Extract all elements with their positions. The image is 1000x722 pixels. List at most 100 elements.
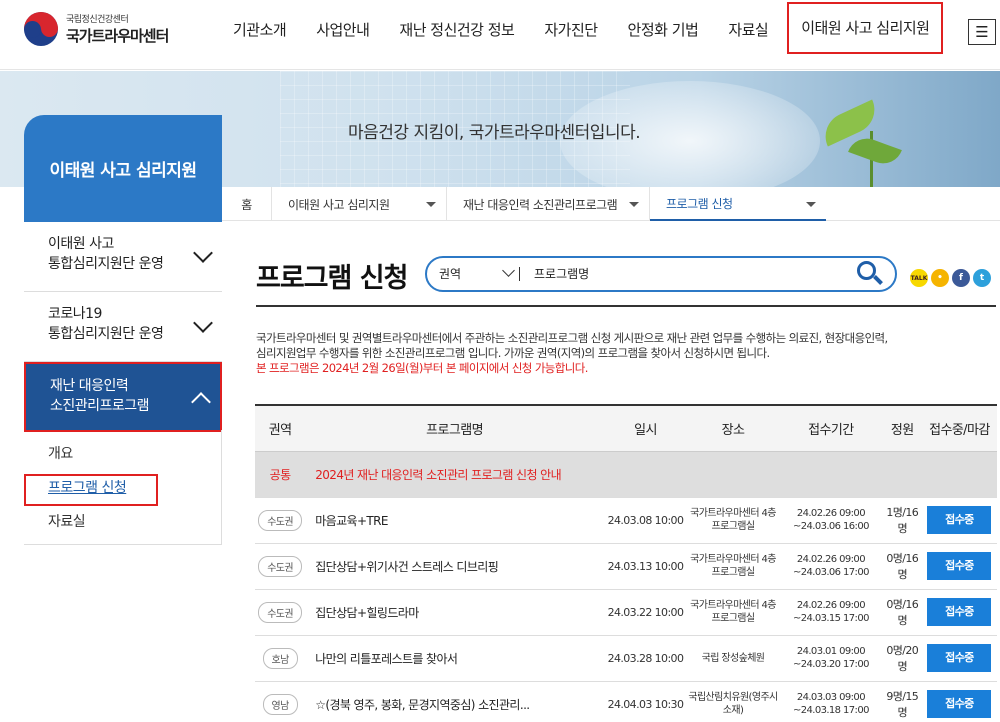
apply-status-button[interactable]: 접수중 xyxy=(927,690,992,718)
description-line: 국가트라우마센터 및 권역별트라우마센터에서 주관하는 소진관리프로그램 신청 … xyxy=(256,331,888,345)
region-select[interactable]: 권역 xyxy=(427,264,519,284)
row-capacity: 1명/16명 xyxy=(882,497,922,544)
search-icon[interactable] xyxy=(855,259,885,289)
sidebar-item-burnout-program[interactable]: 재난 대응인력 소진관리프로그램 xyxy=(24,362,222,432)
facebook-icon[interactable]: f xyxy=(952,269,970,287)
global-nav: 기관소개 사업안내 재난 정신건강 정보 자가진단 안정화 기법 자료실 이태원… xyxy=(218,0,944,70)
row-capacity: 0명/16명 xyxy=(882,543,922,590)
row-period-start: 24.03.03 09:00 xyxy=(796,692,866,703)
row-place-line: 국가트라우마센터 4층 xyxy=(690,554,776,565)
nav-archive[interactable]: 자료실 xyxy=(713,0,783,70)
breadcrumb-level2-label: 재난 대응인력 소진관리프로그램 xyxy=(463,197,618,212)
nav-self-test[interactable]: 자가진단 xyxy=(529,0,612,70)
row-place-line: 국립산림치유원(영주시 xyxy=(688,692,778,703)
row-period: 24.03.01 09:00 ~24.03.20 17:00 xyxy=(779,635,883,682)
share-buttons: TALK • f t xyxy=(910,269,991,287)
row-program-link[interactable]: 집단상담+위기사건 스트레스 디브리핑 xyxy=(305,543,604,590)
sidebar-item-label: 통합심리지원단 운영 xyxy=(48,256,164,272)
nav-itaewon-support[interactable]: 이태원 사고 심리지원 xyxy=(787,2,944,54)
row-period-start: 24.03.01 09:00 xyxy=(796,646,866,657)
row-date: 24.03.13 10:00 xyxy=(603,543,688,590)
kakaotalk-icon[interactable]: TALK xyxy=(910,269,928,287)
row-status: 접수중 xyxy=(921,497,997,544)
page-description: 국가트라우마센터 및 권역별트라우마센터에서 주관하는 소진관리프로그램 신청 … xyxy=(256,331,986,376)
search-bar: 권역 xyxy=(425,256,897,292)
dropdown-arrow-icon xyxy=(806,202,816,207)
row-period: 24.03.03 09:00 ~24.03.18 17:00 xyxy=(779,681,883,722)
row-period-start: 24.02.26 09:00 xyxy=(796,508,866,519)
col-status: 접수중/마감 xyxy=(921,404,997,452)
row-place-line: 프로그램실 xyxy=(711,613,756,624)
breadcrumb-level2[interactable]: 재난 대응인력 소진관리프로그램 xyxy=(447,187,650,221)
row-period-end: ~24.03.20 17:00 xyxy=(792,659,870,670)
submenu-overview[interactable]: 개요 xyxy=(48,440,222,474)
banner-slogan: 마음건강 지킴이, 국가트라우마센터입니다. xyxy=(348,123,641,143)
row-status: 접수중 xyxy=(921,681,997,722)
apply-status-button[interactable]: 접수중 xyxy=(927,506,992,534)
row-place: 국가트라우마센터 4층 프로그램실 xyxy=(687,497,780,544)
row-date: 24.03.08 10:00 xyxy=(603,497,688,544)
chevron-down-icon xyxy=(502,264,515,277)
submenu-archive[interactable]: 자료실 xyxy=(48,508,222,542)
table-row[interactable]: 호남 나만의 리틀포레스트를 찾아서 24.03.28 10:00 국립 장성숲체원 2… xyxy=(255,635,997,682)
col-period: 접수기간 xyxy=(779,404,883,452)
row-place-line: 국가트라우마센터 4층 xyxy=(690,600,776,611)
sidebar-item-label: 재난 대응인력 xyxy=(50,378,129,394)
row-period-end: ~24.03.18 17:00 xyxy=(792,705,870,716)
hamburger-menu-icon[interactable]: ☰ xyxy=(968,19,996,45)
row-program-link[interactable]: 집단상담+힐링드라마 xyxy=(305,589,604,636)
program-search-field[interactable] xyxy=(534,264,855,284)
table-row[interactable]: 수도권 집단상담+힐링드라마 24.03.22 10:00 국가트라우마센터 4층 프로… xyxy=(255,589,997,636)
notice-link[interactable]: 2024년 재난 대응인력 소진관리 프로그램 신청 안내 xyxy=(305,451,997,498)
row-region: 수도권 xyxy=(255,543,306,590)
row-region: 호남 xyxy=(255,635,306,682)
row-place: 국립산림치유원(영주시소재) xyxy=(687,681,780,722)
nav-about[interactable]: 기관소개 xyxy=(218,0,301,70)
kakaostory-icon[interactable]: • xyxy=(931,269,949,287)
nav-stabilization[interactable]: 안정화 기법 xyxy=(613,0,714,70)
sidebar-item-label: 통합심리지원단 운영 xyxy=(48,326,164,342)
breadcrumb-level1[interactable]: 이태원 사고 심리지원 xyxy=(272,187,447,221)
nav-disaster-info[interactable]: 재난 정신건강 정보 xyxy=(384,0,529,70)
row-period-end: ~24.03.06 16:00 xyxy=(792,521,870,532)
row-place-line: 국립 장성숲체원 xyxy=(701,652,765,664)
program-table: 권역 프로그램명 일시 장소 접수기간 정원 접수중/마감 공통 2024년 재… xyxy=(255,404,997,722)
col-capacity: 정원 xyxy=(882,404,922,452)
logo-subtitle: 국립정신건강센터 xyxy=(66,15,129,25)
sidebar-item-covid-team[interactable]: 코로나19 통합심리지원단 운영 xyxy=(24,292,222,362)
table-row[interactable]: 수도권 집단상담+위기사건 스트레스 디브리핑 24.03.13 10:00 국가트라… xyxy=(255,543,997,590)
search-input[interactable] xyxy=(534,266,855,281)
row-capacity: 0명/20명 xyxy=(882,635,922,682)
twitter-icon[interactable]: t xyxy=(973,269,991,287)
row-program-link[interactable]: 마음교육+TRE xyxy=(305,497,604,544)
table-row[interactable]: 영남 ☆(경북 영주, 봉화, 문경지역중심) 소진관리... 24.04.03 1… xyxy=(255,681,997,722)
row-region: 영남 xyxy=(255,681,306,722)
breadcrumb-home[interactable]: 홈 xyxy=(222,187,272,221)
table-header-row: 권역 프로그램명 일시 장소 접수기간 정원 접수중/마감 xyxy=(255,404,997,452)
table-row[interactable]: 수도권 마음교육+TRE 24.03.08 10:00 국가트라우마센터 4층 프로그램… xyxy=(255,497,997,544)
row-place: 국립 장성숲체원 xyxy=(687,635,780,682)
breadcrumb: 홈 이태원 사고 심리지원 재난 대응인력 소진관리프로그램 프로그램 신청 xyxy=(222,187,1000,221)
row-period: 24.02.26 09:00 ~24.03.15 17:00 xyxy=(779,589,883,636)
apply-status-button[interactable]: 접수중 xyxy=(927,552,992,580)
row-capacity: 0명/16명 xyxy=(882,589,922,636)
col-program: 프로그램명 xyxy=(305,404,604,452)
region-tag: 수도권 xyxy=(258,601,303,623)
row-period-end: ~24.03.06 17:00 xyxy=(792,567,870,578)
row-place-line: 프로그램실 xyxy=(711,567,756,578)
breadcrumb-level3[interactable]: 프로그램 신청 xyxy=(650,187,826,221)
site-logo[interactable]: 국립정신건강센터 국가트라우마센터 xyxy=(24,12,169,46)
sidebar-title: 이태원 사고 심리지원 xyxy=(24,115,222,222)
logo-title: 국가트라우마센터 xyxy=(66,27,169,45)
description-line: 심리지원업무 수행자를 위한 소진관리프로그램 입니다. 가까운 권역(지역)의… xyxy=(256,346,770,360)
row-region: 수도권 xyxy=(255,497,306,544)
nav-business[interactable]: 사업안내 xyxy=(301,0,384,70)
apply-status-button[interactable]: 접수중 xyxy=(927,598,992,626)
sidebar-item-itaewon-team[interactable]: 이태원 사고 통합심리지원단 운영 xyxy=(24,222,222,292)
row-period-start: 24.02.26 09:00 xyxy=(796,554,866,565)
row-program-link[interactable]: ☆(경북 영주, 봉화, 문경지역중심) 소진관리... xyxy=(305,681,604,722)
row-place-line: 소재) xyxy=(722,705,744,716)
row-program-link[interactable]: 나만의 리틀포레스트를 찾아서 xyxy=(305,635,604,682)
notice-row[interactable]: 공통 2024년 재난 대응인력 소진관리 프로그램 신청 안내 xyxy=(255,451,997,498)
apply-status-button[interactable]: 접수중 xyxy=(927,644,992,672)
